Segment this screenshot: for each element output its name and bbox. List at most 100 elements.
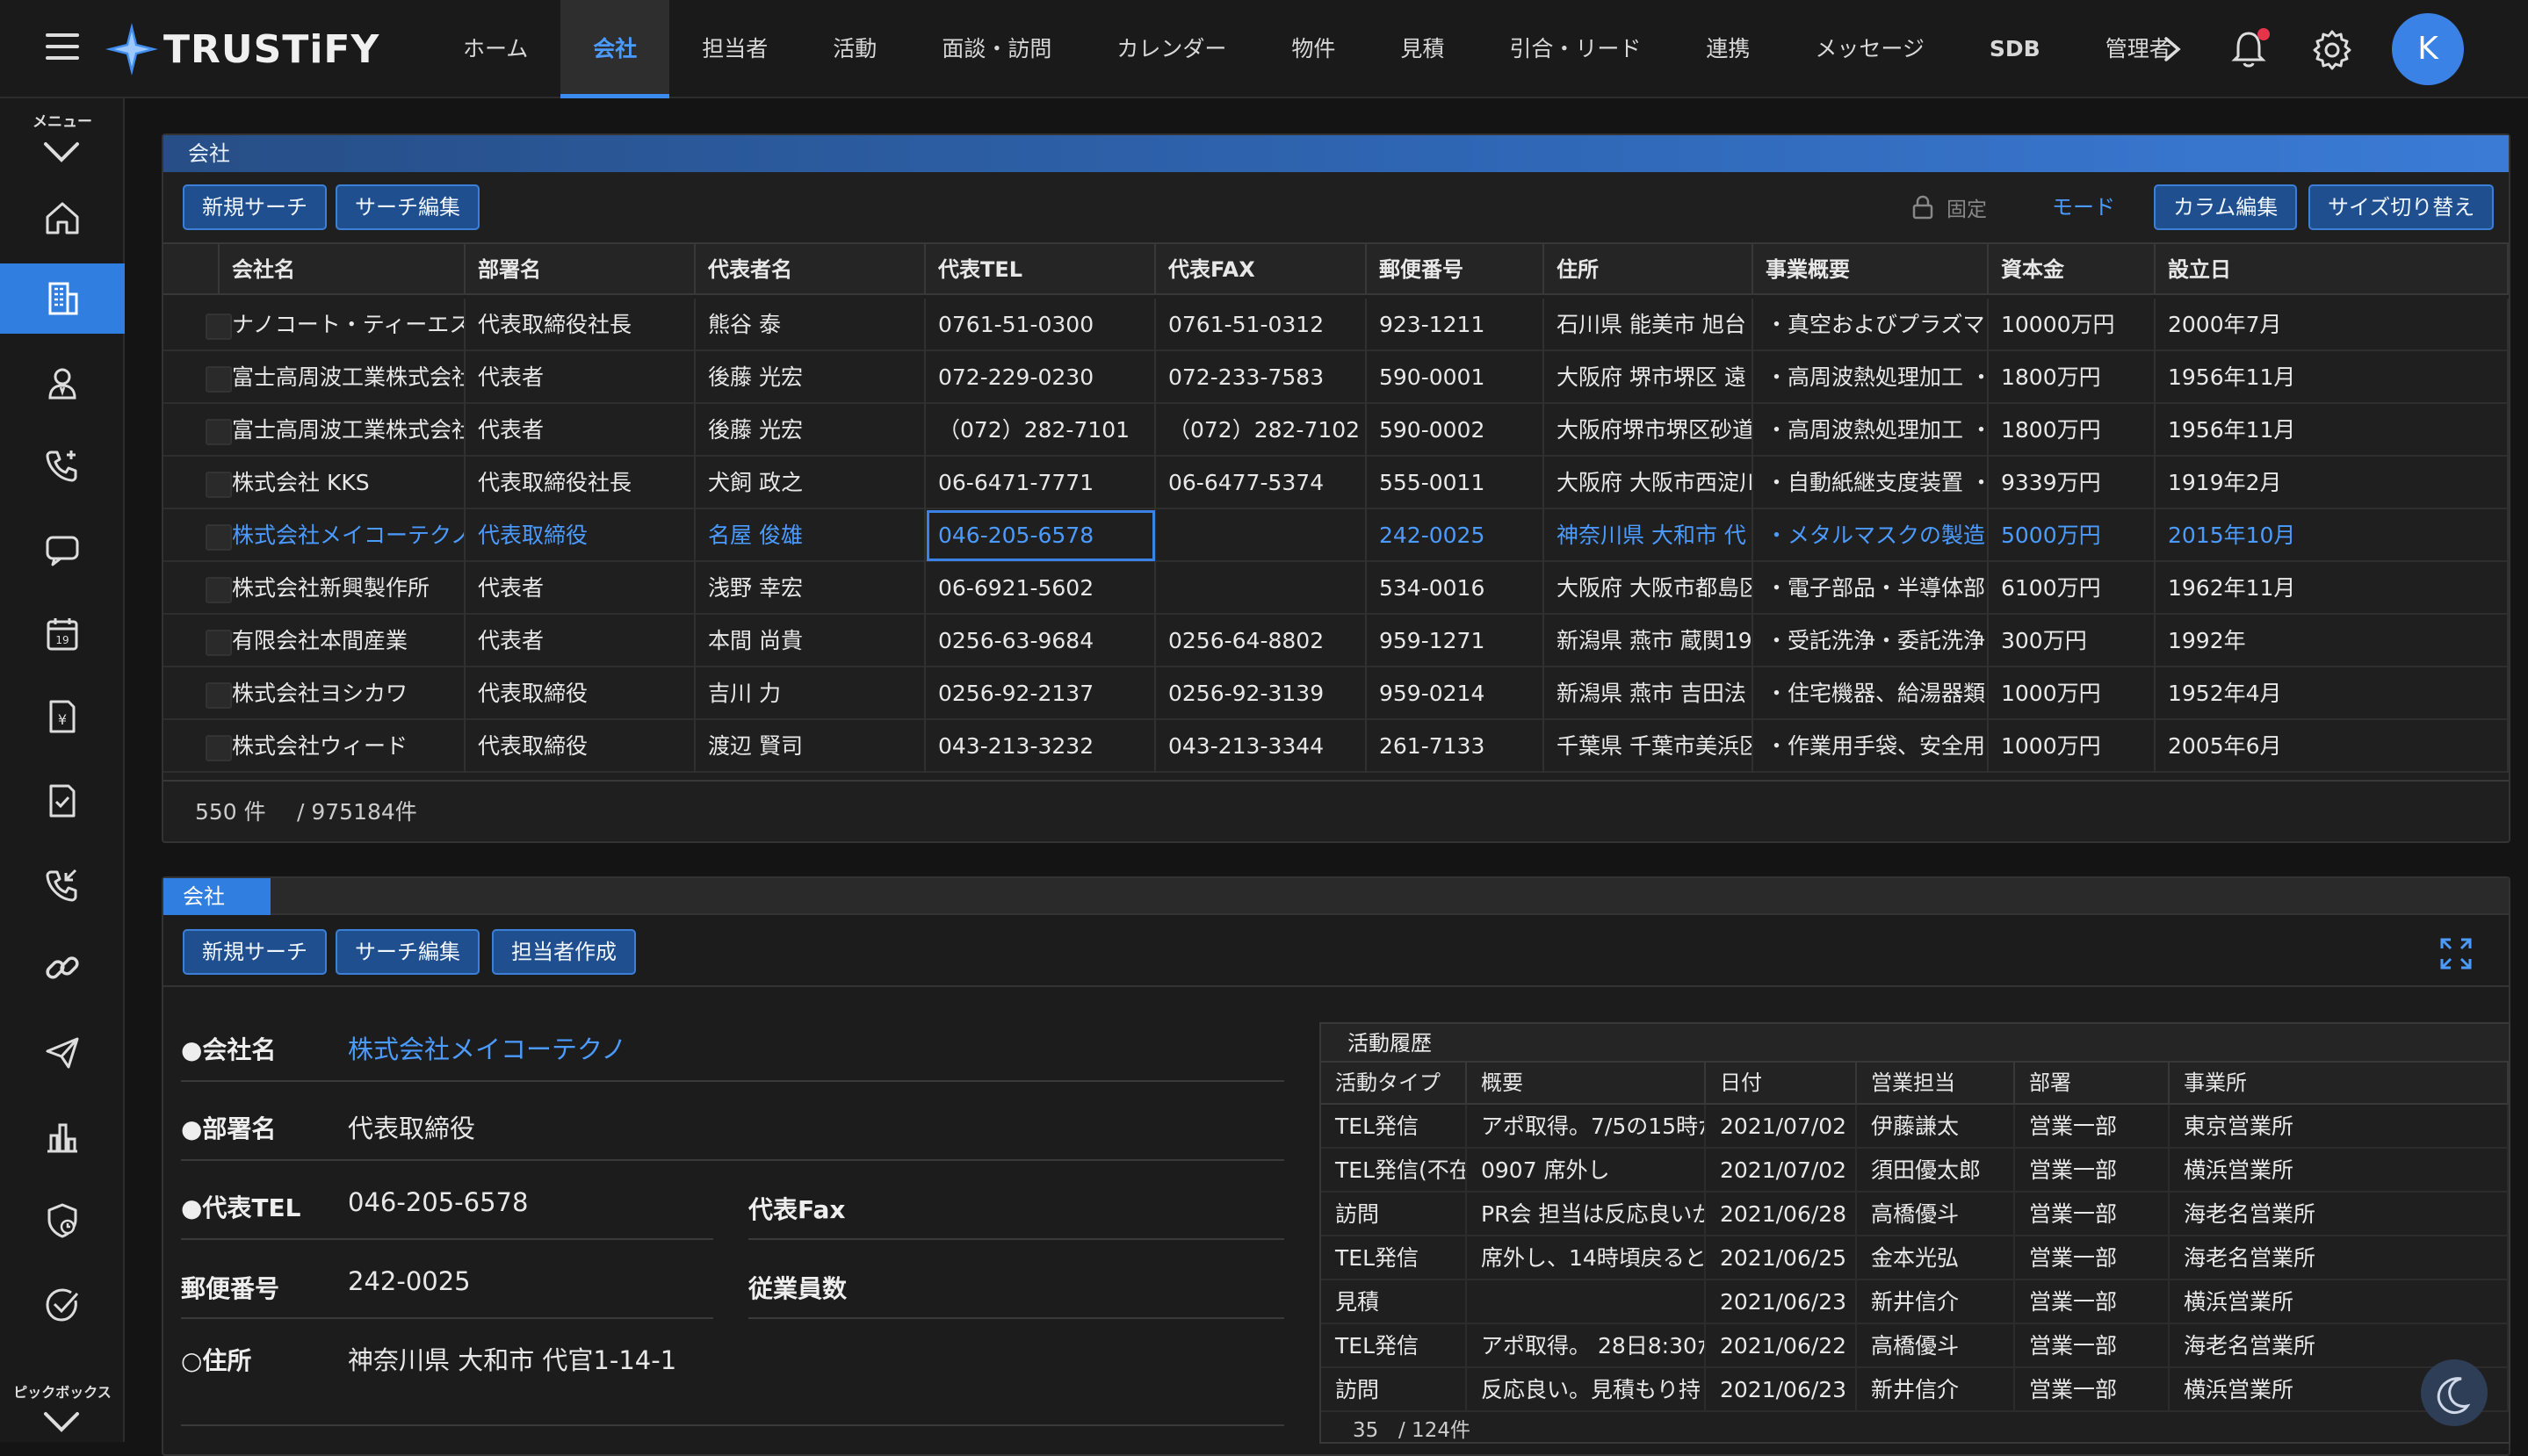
activity-column-header[interactable]: 活動タイプ [1321,1063,1467,1103]
founded-cell[interactable]: 2015年10月 [2156,509,2509,562]
zip-cell[interactable]: 959-0214 [1367,667,1544,720]
tel-cell[interactable]: 0256-92-2137 [926,667,1156,720]
activity-row[interactable]: 訪問PR会 担当は反応良いが、上長同席できず2021/06/28高橋優斗営業一部… [1321,1193,2509,1236]
company-name-cell[interactable]: 株式会社ウィード [220,720,466,773]
business-summary-cell[interactable]: ・真空およびプラズマ [1753,299,1989,351]
sidebar-item-admin[interactable] [0,1186,125,1256]
sidebar-item-link[interactable] [0,933,125,1003]
business-summary-cell[interactable]: ・受託洗浄・委託洗浄 [1753,615,1989,667]
theme-toggle[interactable] [2421,1359,2488,1426]
column-header[interactable]: 郵便番号 [1367,244,1544,295]
column-header[interactable]: 会社名 [220,244,466,295]
department-cell[interactable]: 代表取締役 [466,509,696,562]
chevron-right-icon[interactable] [2154,32,2189,67]
address-cell[interactable]: 新潟県 燕市 蔵関19 [1544,615,1753,667]
fax-cell[interactable]: 0256-92-3139 [1156,667,1367,720]
representative-cell[interactable]: 後藤 光宏 [696,404,926,457]
address-cell[interactable]: 大阪府 大阪市都島区 [1544,562,1753,615]
sidebar-item-tasks[interactable] [0,1270,125,1340]
create-contact-button[interactable]: 担当者作成 [492,929,636,975]
capital-cell[interactable]: 5000万円 [1989,509,2156,562]
representative-cell[interactable]: 名屋 俊雄 [696,509,926,562]
tel-cell[interactable]: 072-229-0230 [926,351,1156,404]
sidebar-item-meeting[interactable] [0,515,125,585]
nav-tab[interactable]: カレンダー [1084,0,1259,98]
nav-tab[interactable]: ホーム [430,0,560,98]
sidebar-item-calendar[interactable]: 19 [0,599,125,669]
sidebar-item-activity[interactable] [0,430,125,501]
department-cell[interactable]: 代表取締役 [466,720,696,773]
table-row[interactable]: 株式会社 KKS 代表取締役社長 犬飼 政之 06-6471-7771 06-6477-… [163,457,2509,509]
mode-button[interactable]: モード [2052,190,2115,225]
chevron-down-icon[interactable] [42,139,81,165]
representative-cell[interactable]: 浅野 幸宏 [696,562,926,615]
company-name-cell[interactable]: 富士高周波工業株式会社第一工場（レーサ [220,404,466,457]
new-search-button[interactable]: 新規サーチ [183,184,327,230]
representative-cell[interactable]: 渡辺 賢司 [696,720,926,773]
activity-row[interactable]: TEL発信(不在) 0907 席外し 2021/07/02 須田優太郎 営業一部 横浜営業… [1321,1149,2509,1193]
address-cell[interactable]: 石川県 能美市 旭台 [1544,299,1753,351]
company-name-cell[interactable]: 株式会社ヨシカワ [220,667,466,720]
column-header[interactable]: 代表TEL [926,244,1156,295]
sidebar-item-home[interactable] [0,183,125,253]
business-summary-cell[interactable]: ・電子部品・半導体部 [1753,562,1989,615]
table-row[interactable]: 富士高周波工業株式会社 代表者 後藤 光宏 072-229-0230 072-233-7… [163,351,2509,404]
zip-cell[interactable]: 261-7133 [1367,720,1544,773]
column-header[interactable]: 事業概要 [1753,244,1989,295]
company-name-cell[interactable]: ナノコート・ティーエス株式会社 [220,299,466,351]
address-cell[interactable]: 大阪府堺市堺区砂道 [1544,404,1753,457]
table-row[interactable]: 株式会社新興製作所 代表者 浅野 幸宏 06-6921-5602 534-0016 大阪府… [163,562,2509,615]
representative-cell[interactable]: 犬飼 政之 [696,457,926,509]
representative-cell[interactable]: 吉川 力 [696,667,926,720]
business-summary-cell[interactable]: ・高周波熱処理加工 ・ [1753,351,1989,404]
zip-cell[interactable]: 534-0016 [1367,562,1544,615]
hamburger-menu-icon[interactable] [46,33,79,60]
fax-cell[interactable]: 06-6477-5374 [1156,457,1367,509]
sidebar-item-company[interactable] [0,263,125,334]
founded-cell[interactable]: 1952年4月 [2156,667,2509,720]
address-cell[interactable]: 神奈川県 大和市 代 [1544,509,1753,562]
company-name-cell[interactable]: 株式会社新興製作所 [220,562,466,615]
column-header[interactable]: 設立日 [2156,244,2509,295]
business-summary-cell[interactable]: ・高周波熱処理加工 ・ [1753,404,1989,457]
sidebar-item-report[interactable] [0,1101,125,1171]
company-name-cell[interactable]: 富士高周波工業株式会社 [220,351,466,404]
fax-cell[interactable]: 043-213-3344 [1156,720,1367,773]
zip-cell[interactable]: 959-1271 [1367,615,1544,667]
business-summary-cell[interactable]: ・住宅機器、給湯器類 [1753,667,1989,720]
activity-row[interactable]: TEL発信アポ取得。7/5の15時から30分なら打ち合2021/07/02伊藤謙… [1321,1105,2509,1149]
business-summary-cell[interactable]: ・作業用手袋、安全用 [1753,720,1989,773]
nav-tab[interactable]: 引合・リード [1477,0,1673,98]
column-edit-button[interactable]: カラム編集 [2154,184,2298,230]
tel-cell[interactable]: （072）282-7101 [926,404,1156,457]
department-cell[interactable]: 代表取締役社長 [466,457,696,509]
fax-cell[interactable]: 0256-64-8802 [1156,615,1367,667]
capital-cell[interactable]: 10000万円 [1989,299,2156,351]
zip-cell[interactable]: 590-0002 [1367,404,1544,457]
size-toggle-button[interactable]: サイズ切り替え [2308,184,2495,230]
tel-cell[interactable]: 06-6471-7771 [926,457,1156,509]
address-cell[interactable]: 千葉県 千葉市美浜区 [1544,720,1753,773]
activity-row[interactable]: 訪問反応良い。見積もり持ってきてと。2021/06/23新井信介営業一部横浜営業… [1321,1368,2509,1412]
tel-cell[interactable]: 046-205-6578 [926,509,1156,562]
company-name-value[interactable]: 株式会社メイコーテクノ [348,1029,626,1066]
department-cell[interactable]: 代表者 [466,562,696,615]
department-cell[interactable]: 代表取締役社長 [466,299,696,351]
nav-tab[interactable]: 物件 [1259,0,1368,98]
company-name-cell[interactable]: 株式会社メイコーテクノ [220,509,466,562]
activity-column-header[interactable]: 概要 [1467,1063,1706,1103]
nav-tab[interactable]: 会社 [560,0,670,98]
company-name-cell[interactable]: 有限会社本間産業 [220,615,466,667]
representative-cell[interactable]: 熊谷 泰 [696,299,926,351]
logo[interactable]: TRUSTiFY [104,23,379,76]
zip-cell[interactable]: 555-0011 [1367,457,1544,509]
table-row[interactable]: 株式会社メイコーテクノ 代表取締役 名屋 俊雄 046-205-6578 242-002… [163,509,2509,562]
founded-cell[interactable]: 1956年11月 [2156,351,2509,404]
activity-column-header[interactable]: 事業所 [2170,1063,2509,1103]
founded-cell[interactable]: 1956年11月 [2156,404,2509,457]
zip-cell[interactable]: 242-0025 [1367,509,1544,562]
address-cell[interactable]: 大阪府 堺市堺区 遠 [1544,351,1753,404]
sidebar-item-estimate[interactable]: ¥ [0,681,125,752]
founded-cell[interactable]: 1962年11月 [2156,562,2509,615]
capital-cell[interactable]: 300万円 [1989,615,2156,667]
